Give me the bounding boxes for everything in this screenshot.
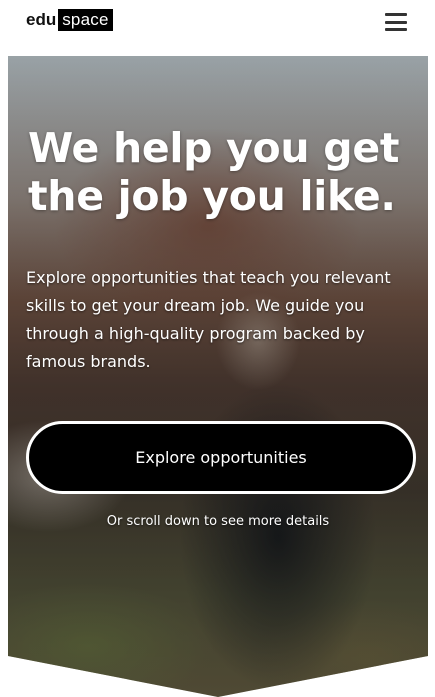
hamburger-menu-icon[interactable] bbox=[385, 13, 407, 31]
hero-section: We help you get the job you like. Explor… bbox=[8, 56, 428, 697]
hero-title: We help you get the job you like. bbox=[28, 124, 400, 220]
logo-text-edu: edu bbox=[26, 10, 57, 29]
explore-opportunities-button[interactable]: Explore opportunities bbox=[26, 421, 416, 494]
logo-text-space: space bbox=[58, 9, 113, 31]
eduspace-logo[interactable]: edu space bbox=[26, 9, 113, 31]
menu-line bbox=[385, 28, 407, 31]
site-header: edu space bbox=[0, 0, 435, 52]
scroll-hint-text: Or scroll down to see more details bbox=[106, 514, 330, 529]
hero-description: Explore opportunities that teach you rel… bbox=[26, 268, 391, 371]
menu-line bbox=[385, 13, 407, 16]
menu-line bbox=[385, 20, 407, 24]
